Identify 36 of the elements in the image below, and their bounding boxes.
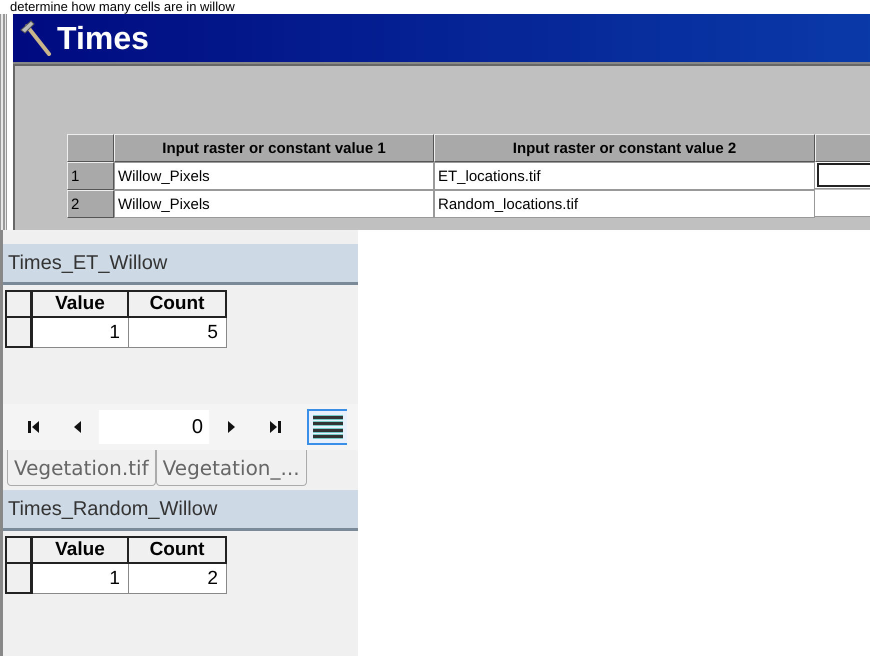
right-arrow-icon (270, 421, 280, 433)
column-header[interactable]: Value (33, 290, 129, 318)
header-corner (5, 536, 33, 564)
row-number[interactable]: 1 (67, 162, 114, 190)
table-cell[interactable]: Willow_Pixels (114, 190, 434, 218)
table-cell[interactable]: Willow_Pixels (114, 162, 434, 190)
row-header[interactable] (5, 564, 33, 594)
caption-text: determine how many cells are in willow (9, 0, 236, 14)
row-header[interactable] (5, 318, 33, 348)
table-title: Times_ET_Willow (3, 244, 358, 285)
table-cell: 1 (33, 318, 129, 348)
table-cell[interactable]: ET_locations.tif (434, 162, 815, 190)
column-header[interactable]: Value (33, 536, 129, 564)
window-title: Times (57, 20, 149, 56)
table-cell[interactable]: Random_locations.tif (434, 190, 815, 218)
table-cell[interactable] (815, 190, 870, 217)
column-header (815, 134, 870, 162)
table-cell: 5 (129, 318, 227, 348)
left-arrow-icon (28, 421, 38, 433)
table-cell: 1 (33, 564, 129, 594)
column-header: Input raster or constant value 2 (434, 134, 815, 162)
right-arrow-icon (226, 421, 236, 433)
table-title: Times_Random_Willow (3, 490, 358, 531)
column-header[interactable]: Count (129, 536, 227, 564)
header-corner (67, 134, 114, 162)
row-number[interactable]: 2 (67, 190, 114, 218)
column-header: Input raster or constant value 1 (114, 134, 434, 162)
table-view-button[interactable] (307, 409, 347, 445)
left-arrow-icon (72, 421, 82, 433)
table-cell: 2 (129, 564, 227, 594)
header-corner (5, 290, 33, 318)
hammer-icon (19, 20, 53, 56)
table-tab[interactable]: Vegetation_... (156, 450, 307, 486)
column-header[interactable]: Count (129, 290, 227, 318)
record-field[interactable]: 0 (99, 410, 209, 444)
table-tab[interactable]: Vegetation.tif (7, 450, 156, 486)
